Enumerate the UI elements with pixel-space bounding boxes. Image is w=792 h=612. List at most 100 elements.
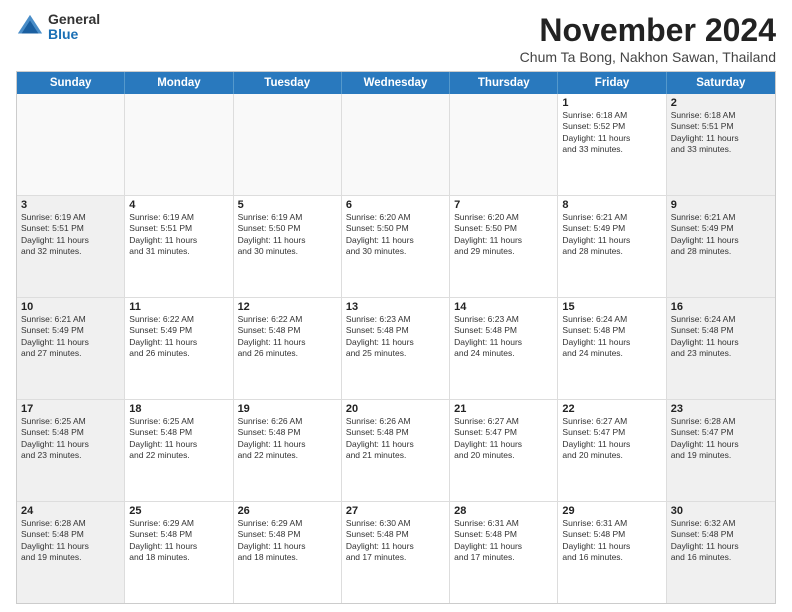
empty-cell-0-0 bbox=[17, 94, 125, 195]
header-day-saturday: Saturday bbox=[667, 72, 775, 94]
empty-cell-0-3 bbox=[342, 94, 450, 195]
day-cell-8: 8Sunrise: 6:21 AMSunset: 5:49 PMDaylight… bbox=[558, 196, 666, 297]
calendar-row-0: 1Sunrise: 6:18 AMSunset: 5:52 PMDaylight… bbox=[17, 94, 775, 196]
day-info-5: Sunrise: 6:19 AMSunset: 5:50 PMDaylight:… bbox=[238, 212, 337, 258]
day-number-3: 3 bbox=[21, 199, 120, 211]
day-number-28: 28 bbox=[454, 505, 553, 517]
header-day-sunday: Sunday bbox=[17, 72, 125, 94]
day-number-29: 29 bbox=[562, 505, 661, 517]
calendar-header: SundayMondayTuesdayWednesdayThursdayFrid… bbox=[17, 72, 775, 94]
day-number-21: 21 bbox=[454, 403, 553, 415]
day-number-4: 4 bbox=[129, 199, 228, 211]
title-section: November 2024 Chum Ta Bong, Nakhon Sawan… bbox=[520, 12, 776, 65]
day-number-2: 2 bbox=[671, 97, 771, 109]
logo: General Blue bbox=[16, 12, 100, 43]
day-number-6: 6 bbox=[346, 199, 445, 211]
month-title: November 2024 bbox=[520, 12, 776, 49]
day-info-13: Sunrise: 6:23 AMSunset: 5:48 PMDaylight:… bbox=[346, 314, 445, 360]
day-cell-6: 6Sunrise: 6:20 AMSunset: 5:50 PMDaylight… bbox=[342, 196, 450, 297]
calendar-row-1: 3Sunrise: 6:19 AMSunset: 5:51 PMDaylight… bbox=[17, 196, 775, 298]
day-number-22: 22 bbox=[562, 403, 661, 415]
day-cell-12: 12Sunrise: 6:22 AMSunset: 5:48 PMDayligh… bbox=[234, 298, 342, 399]
day-cell-17: 17Sunrise: 6:25 AMSunset: 5:48 PMDayligh… bbox=[17, 400, 125, 501]
day-cell-26: 26Sunrise: 6:29 AMSunset: 5:48 PMDayligh… bbox=[234, 502, 342, 603]
header-day-wednesday: Wednesday bbox=[342, 72, 450, 94]
day-info-21: Sunrise: 6:27 AMSunset: 5:47 PMDaylight:… bbox=[454, 416, 553, 462]
day-number-20: 20 bbox=[346, 403, 445, 415]
day-cell-20: 20Sunrise: 6:26 AMSunset: 5:48 PMDayligh… bbox=[342, 400, 450, 501]
day-cell-18: 18Sunrise: 6:25 AMSunset: 5:48 PMDayligh… bbox=[125, 400, 233, 501]
day-info-27: Sunrise: 6:30 AMSunset: 5:48 PMDaylight:… bbox=[346, 518, 445, 564]
day-number-17: 17 bbox=[21, 403, 120, 415]
day-cell-11: 11Sunrise: 6:22 AMSunset: 5:49 PMDayligh… bbox=[125, 298, 233, 399]
calendar-row-3: 17Sunrise: 6:25 AMSunset: 5:48 PMDayligh… bbox=[17, 400, 775, 502]
day-number-11: 11 bbox=[129, 301, 228, 313]
day-info-28: Sunrise: 6:31 AMSunset: 5:48 PMDaylight:… bbox=[454, 518, 553, 564]
day-cell-1: 1Sunrise: 6:18 AMSunset: 5:52 PMDaylight… bbox=[558, 94, 666, 195]
day-number-10: 10 bbox=[21, 301, 120, 313]
day-cell-23: 23Sunrise: 6:28 AMSunset: 5:47 PMDayligh… bbox=[667, 400, 775, 501]
day-info-4: Sunrise: 6:19 AMSunset: 5:51 PMDaylight:… bbox=[129, 212, 228, 258]
day-info-7: Sunrise: 6:20 AMSunset: 5:50 PMDaylight:… bbox=[454, 212, 553, 258]
day-info-24: Sunrise: 6:28 AMSunset: 5:48 PMDaylight:… bbox=[21, 518, 120, 564]
day-info-9: Sunrise: 6:21 AMSunset: 5:49 PMDaylight:… bbox=[671, 212, 771, 258]
day-cell-15: 15Sunrise: 6:24 AMSunset: 5:48 PMDayligh… bbox=[558, 298, 666, 399]
day-number-9: 9 bbox=[671, 199, 771, 211]
day-info-6: Sunrise: 6:20 AMSunset: 5:50 PMDaylight:… bbox=[346, 212, 445, 258]
logo-blue-label: Blue bbox=[48, 27, 100, 42]
header-day-thursday: Thursday bbox=[450, 72, 558, 94]
day-cell-7: 7Sunrise: 6:20 AMSunset: 5:50 PMDaylight… bbox=[450, 196, 558, 297]
day-info-20: Sunrise: 6:26 AMSunset: 5:48 PMDaylight:… bbox=[346, 416, 445, 462]
day-info-3: Sunrise: 6:19 AMSunset: 5:51 PMDaylight:… bbox=[21, 212, 120, 258]
logo-general-label: General bbox=[48, 12, 100, 27]
empty-cell-0-4 bbox=[450, 94, 558, 195]
day-number-5: 5 bbox=[238, 199, 337, 211]
day-cell-25: 25Sunrise: 6:29 AMSunset: 5:48 PMDayligh… bbox=[125, 502, 233, 603]
header: General Blue November 2024 Chum Ta Bong,… bbox=[16, 12, 776, 65]
day-cell-29: 29Sunrise: 6:31 AMSunset: 5:48 PMDayligh… bbox=[558, 502, 666, 603]
day-cell-14: 14Sunrise: 6:23 AMSunset: 5:48 PMDayligh… bbox=[450, 298, 558, 399]
day-cell-5: 5Sunrise: 6:19 AMSunset: 5:50 PMDaylight… bbox=[234, 196, 342, 297]
day-number-12: 12 bbox=[238, 301, 337, 313]
day-info-14: Sunrise: 6:23 AMSunset: 5:48 PMDaylight:… bbox=[454, 314, 553, 360]
day-cell-30: 30Sunrise: 6:32 AMSunset: 5:48 PMDayligh… bbox=[667, 502, 775, 603]
day-cell-2: 2Sunrise: 6:18 AMSunset: 5:51 PMDaylight… bbox=[667, 94, 775, 195]
day-info-25: Sunrise: 6:29 AMSunset: 5:48 PMDaylight:… bbox=[129, 518, 228, 564]
empty-cell-0-1 bbox=[125, 94, 233, 195]
day-number-18: 18 bbox=[129, 403, 228, 415]
day-cell-19: 19Sunrise: 6:26 AMSunset: 5:48 PMDayligh… bbox=[234, 400, 342, 501]
day-info-19: Sunrise: 6:26 AMSunset: 5:48 PMDaylight:… bbox=[238, 416, 337, 462]
day-cell-10: 10Sunrise: 6:21 AMSunset: 5:49 PMDayligh… bbox=[17, 298, 125, 399]
day-cell-21: 21Sunrise: 6:27 AMSunset: 5:47 PMDayligh… bbox=[450, 400, 558, 501]
day-number-8: 8 bbox=[562, 199, 661, 211]
day-cell-9: 9Sunrise: 6:21 AMSunset: 5:49 PMDaylight… bbox=[667, 196, 775, 297]
day-cell-28: 28Sunrise: 6:31 AMSunset: 5:48 PMDayligh… bbox=[450, 502, 558, 603]
calendar-row-4: 24Sunrise: 6:28 AMSunset: 5:48 PMDayligh… bbox=[17, 502, 775, 603]
day-number-7: 7 bbox=[454, 199, 553, 211]
day-number-14: 14 bbox=[454, 301, 553, 313]
day-info-30: Sunrise: 6:32 AMSunset: 5:48 PMDaylight:… bbox=[671, 518, 771, 564]
day-info-10: Sunrise: 6:21 AMSunset: 5:49 PMDaylight:… bbox=[21, 314, 120, 360]
day-number-1: 1 bbox=[562, 97, 661, 109]
day-cell-3: 3Sunrise: 6:19 AMSunset: 5:51 PMDaylight… bbox=[17, 196, 125, 297]
calendar-row-2: 10Sunrise: 6:21 AMSunset: 5:49 PMDayligh… bbox=[17, 298, 775, 400]
day-number-30: 30 bbox=[671, 505, 771, 517]
day-number-27: 27 bbox=[346, 505, 445, 517]
day-cell-24: 24Sunrise: 6:28 AMSunset: 5:48 PMDayligh… bbox=[17, 502, 125, 603]
day-cell-4: 4Sunrise: 6:19 AMSunset: 5:51 PMDaylight… bbox=[125, 196, 233, 297]
location-subtitle: Chum Ta Bong, Nakhon Sawan, Thailand bbox=[520, 49, 776, 65]
day-number-19: 19 bbox=[238, 403, 337, 415]
day-number-25: 25 bbox=[129, 505, 228, 517]
logo-icon bbox=[16, 13, 44, 41]
day-cell-13: 13Sunrise: 6:23 AMSunset: 5:48 PMDayligh… bbox=[342, 298, 450, 399]
header-day-friday: Friday bbox=[558, 72, 666, 94]
day-info-18: Sunrise: 6:25 AMSunset: 5:48 PMDaylight:… bbox=[129, 416, 228, 462]
day-cell-22: 22Sunrise: 6:27 AMSunset: 5:47 PMDayligh… bbox=[558, 400, 666, 501]
day-info-26: Sunrise: 6:29 AMSunset: 5:48 PMDaylight:… bbox=[238, 518, 337, 564]
day-info-1: Sunrise: 6:18 AMSunset: 5:52 PMDaylight:… bbox=[562, 110, 661, 156]
day-info-22: Sunrise: 6:27 AMSunset: 5:47 PMDaylight:… bbox=[562, 416, 661, 462]
day-number-15: 15 bbox=[562, 301, 661, 313]
day-number-24: 24 bbox=[21, 505, 120, 517]
day-info-17: Sunrise: 6:25 AMSunset: 5:48 PMDaylight:… bbox=[21, 416, 120, 462]
header-day-tuesday: Tuesday bbox=[234, 72, 342, 94]
